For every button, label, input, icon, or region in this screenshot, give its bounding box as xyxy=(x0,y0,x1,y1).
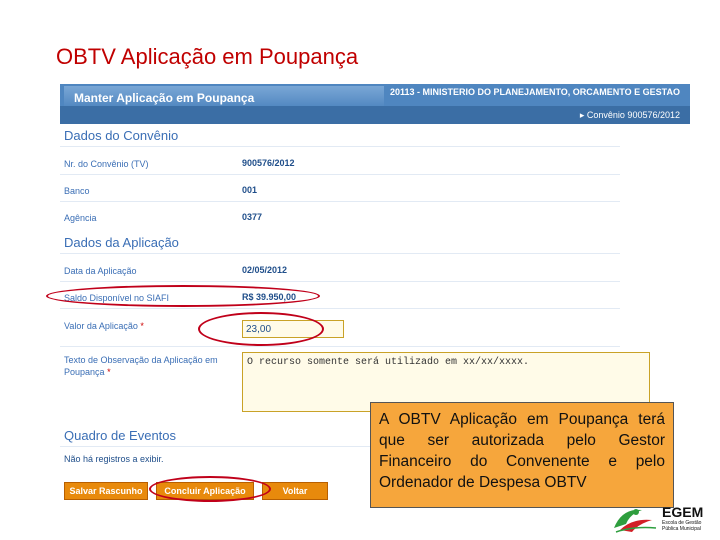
salvar-rascunho-button[interactable]: Salvar Rascunho xyxy=(64,482,148,500)
section-dados-aplicacao: Dados da Aplicação xyxy=(64,235,179,250)
saldo-highlight xyxy=(46,285,320,307)
data-aplicacao-label: Data da Aplicação xyxy=(64,266,137,276)
valor-highlight xyxy=(198,312,324,346)
banco-label: Banco xyxy=(64,186,90,196)
divider xyxy=(60,201,620,202)
divider xyxy=(60,253,620,254)
concluir-highlight xyxy=(149,476,271,502)
required-mark: * xyxy=(140,321,144,331)
convenio-crumb[interactable]: Convênio 900576/2012 xyxy=(587,110,680,120)
callout-note: A OBTV Aplicação em Poupança terá que se… xyxy=(370,402,674,508)
egem-logo: EGEM Escola de Gestão Pública Municipal xyxy=(612,502,712,536)
logo-subtitle: Escola de Gestão Pública Municipal xyxy=(662,520,702,532)
slide-title: OBTV Aplicação em Poupança xyxy=(56,44,359,69)
egem-logo-icon xyxy=(614,509,657,533)
observacao-label: Texto de Observação da Aplicação em Poup… xyxy=(64,354,234,378)
divider xyxy=(60,146,620,147)
page-title-tab: Manter Aplicação em Poupança xyxy=(64,86,384,108)
nr-convenio-value: 900576/2012 xyxy=(242,158,295,168)
data-aplicacao-value: 02/05/2012 xyxy=(242,265,288,275)
banco-value: 001 xyxy=(242,185,258,195)
caret-right-icon: ▸ xyxy=(579,110,587,120)
panel-header: Manter Aplicação em Poupança 20113 - MIN… xyxy=(60,84,690,124)
breadcrumb[interactable]: ▸ Convênio 900576/2012 xyxy=(60,106,690,124)
ministry-label: 20113 - MINISTERIO DO PLANEJAMENTO, ORCA… xyxy=(389,87,680,97)
agencia-label: Agência xyxy=(64,213,97,223)
voltar-button[interactable]: Voltar xyxy=(262,482,328,500)
section-quadro-eventos: Quadro de Eventos xyxy=(64,428,177,443)
required-mark: * xyxy=(107,367,111,377)
divider xyxy=(60,346,620,347)
valor-aplicacao-label-text: Valor da Aplicação xyxy=(64,321,138,331)
valor-aplicacao-label: Valor da Aplicação * xyxy=(64,320,144,332)
logo-name: EGEM xyxy=(662,504,704,520)
observacao-label-text: Texto de Observação da Aplicação em Poup… xyxy=(64,355,218,377)
agencia-value: 0377 xyxy=(242,212,263,222)
divider xyxy=(60,308,620,309)
divider xyxy=(60,281,620,282)
nr-convenio-label: Nr. do Convênio (TV) xyxy=(64,159,149,169)
empty-events-text: Não há registros a exibir. xyxy=(64,454,164,464)
section-dados-convenio: Dados do Convênio xyxy=(64,128,179,143)
divider xyxy=(60,174,620,175)
